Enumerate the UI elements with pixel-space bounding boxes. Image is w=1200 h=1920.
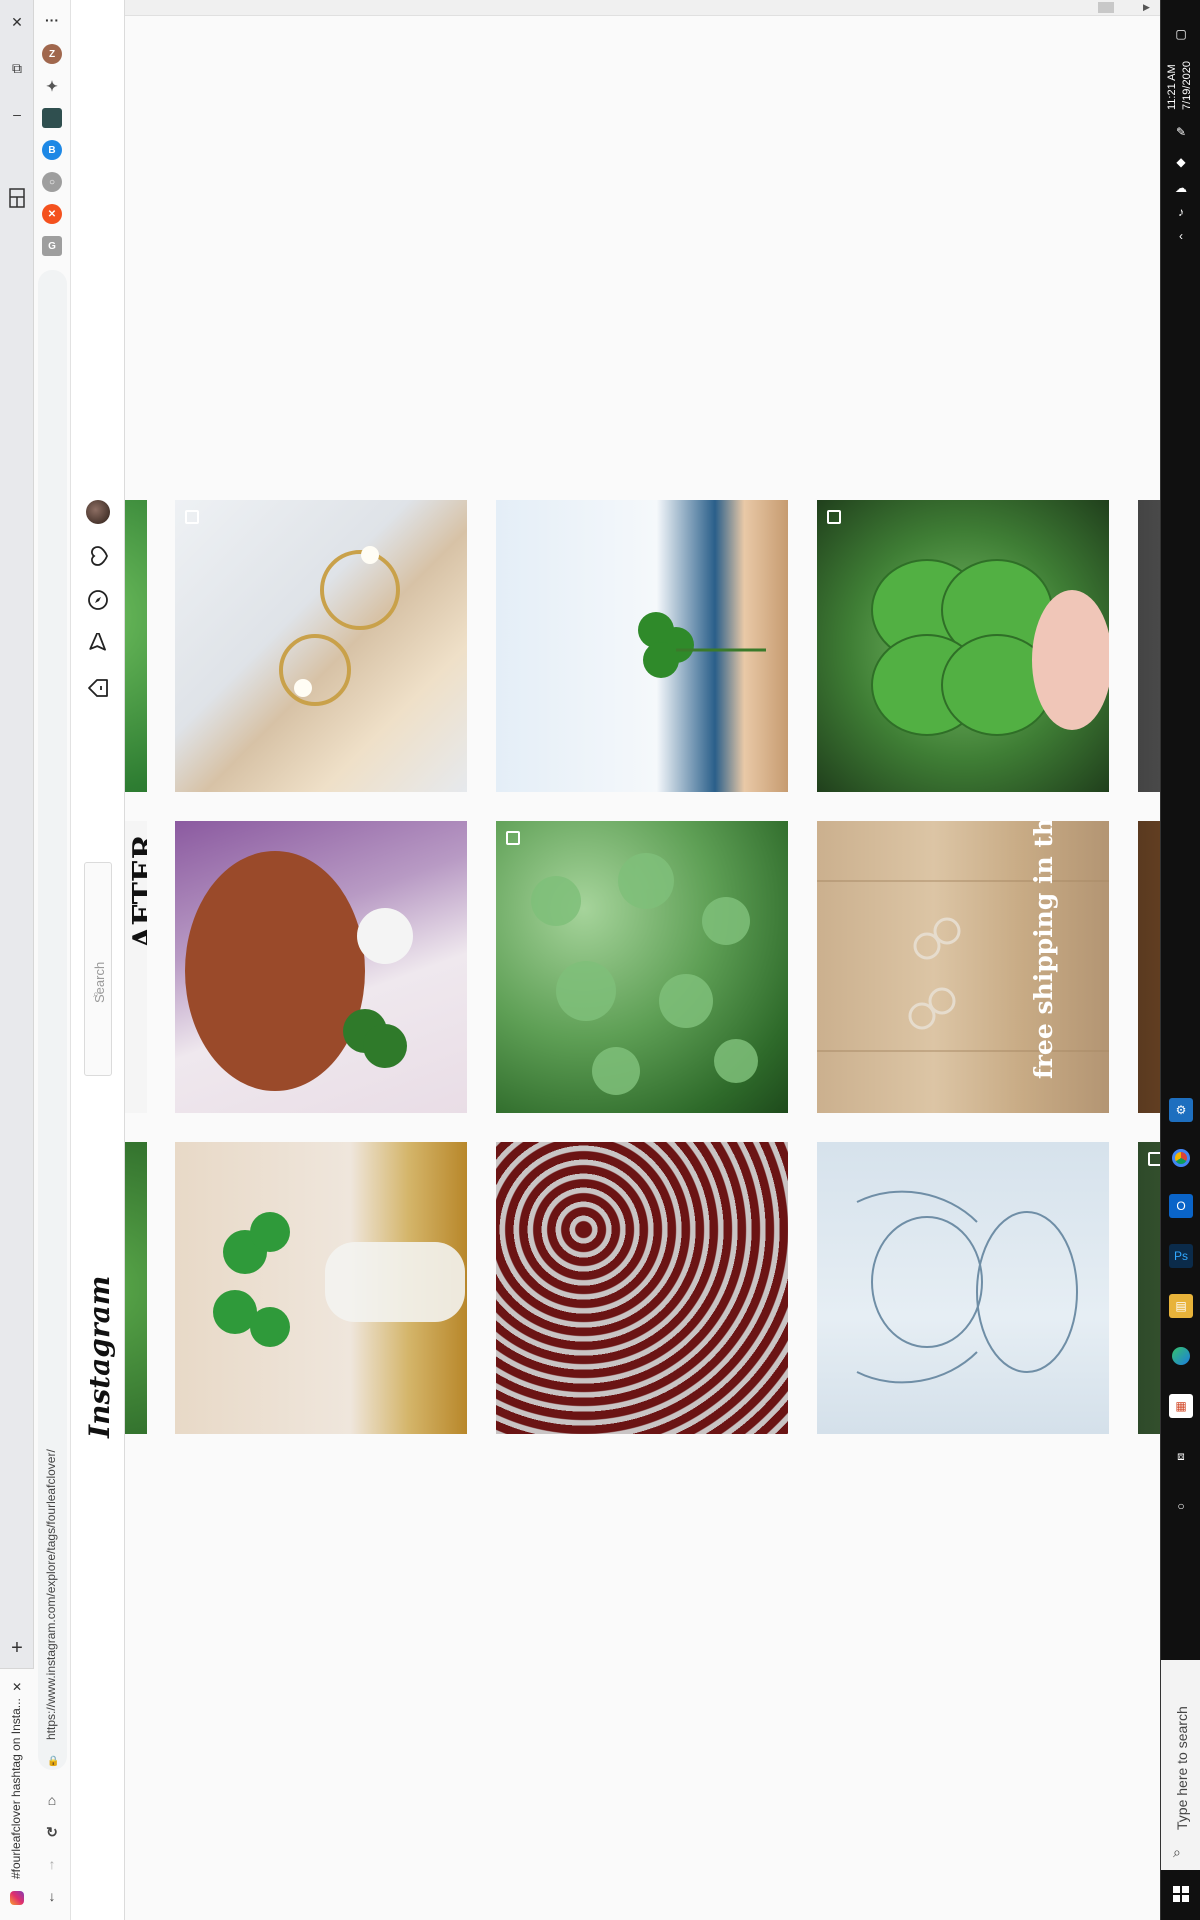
extension-orange-icon[interactable]: ✕ — [42, 204, 62, 224]
search-input[interactable]: Search ⌕ — [84, 862, 112, 1076]
post-caption-overlay: free shipping in the U.S.A. — [1029, 821, 1058, 1079]
fairy-drawing-graphic — [856, 1190, 1078, 1384]
dropbox-icon[interactable]: ◆ — [1169, 150, 1193, 174]
lock-icon: 🔒 — [47, 1756, 60, 1767]
tab-title: #fourleafclover hashtag on Insta... — [9, 1698, 23, 1879]
extension-circle-icon[interactable]: ○ — [42, 172, 62, 192]
wood-earrings-graphic — [817, 880, 1109, 1052]
extension-grey-icon[interactable]: G — [42, 236, 62, 256]
instagram-logo[interactable]: Instagram — [83, 1276, 116, 1438]
clock-date[interactable]: 7/19/2020 — [1181, 61, 1193, 110]
close-window-icon[interactable]: ✕ — [5, 10, 29, 34]
home-icon[interactable]: ⌂ — [42, 1790, 62, 1810]
cortana-icon[interactable]: ○ — [1169, 1494, 1193, 1518]
clover-field-graphic — [531, 853, 758, 1095]
browser-tab-strip: ✕ ⧉ – + ✕ #fourleafclover hashtag on Ins… — [0, 0, 34, 1920]
after-label: AFTER — [127, 834, 147, 949]
app-settings-icon[interactable]: ⚙ — [1169, 1098, 1193, 1122]
post-tile[interactable] — [175, 1142, 467, 1434]
forward-icon[interactable]: ↑ — [42, 1854, 62, 1874]
minimize-window-icon[interactable]: – — [5, 102, 29, 126]
instagram-favicon-icon — [10, 1891, 24, 1905]
post-tile[interactable] — [496, 1142, 788, 1434]
taskbar-search-input[interactable]: Type here to search ⌕ — [1161, 1660, 1200, 1870]
task-view-icon[interactable]: ⧈ — [1169, 1444, 1193, 1468]
restore-window-icon[interactable]: ⧉ — [5, 56, 29, 80]
search-icon: ⌕ — [1173, 1844, 1181, 1860]
post-tile[interactable] — [817, 1142, 1109, 1434]
cloud-icon[interactable]: ☁ — [1169, 176, 1193, 200]
profile-avatar[interactable]: Z — [42, 44, 62, 64]
outlook-icon[interactable]: O — [1169, 1194, 1193, 1218]
browser-toolbar: ··· Z ✦ B ○ ✕ G https://www.instagram.co… — [34, 0, 71, 1920]
system-taskbar: ▢ 11:21 AM 7/19/2020 ✎ ◆ ☁ ♪ ‹ ⚙ O Ps ▤ … — [1160, 0, 1200, 1920]
post-grid: AFTER free shipping in the U.S.A. — [125, 0, 1160, 1920]
search-icon: ⌕ — [93, 989, 99, 1000]
photoshop-icon[interactable]: Ps — [1169, 1244, 1193, 1268]
multi-photo-icon — [506, 831, 520, 845]
url-text: https://www.instagram.com/explore/tags/f… — [44, 1449, 58, 1740]
explore-compass-icon[interactable] — [86, 588, 110, 612]
extensions-puzzle-icon[interactable]: ✦ — [42, 76, 62, 96]
settings-menu-icon[interactable]: ··· — [42, 10, 62, 30]
post-tile[interactable]: free shipping in the U.S.A. — [817, 821, 1109, 1113]
multi-photo-icon — [827, 510, 841, 524]
multi-photo-icon — [185, 510, 199, 524]
post-tile[interactable] — [496, 500, 788, 792]
post-partial-right-1[interactable] — [1138, 500, 1160, 792]
taskbar-search-placeholder: Type here to search — [1174, 1706, 1190, 1830]
clock-time[interactable]: 11:21 AM — [1166, 64, 1178, 110]
instagram-nav-bar: Search ⌕ Instagram — [71, 0, 125, 1920]
post-tile[interactable] — [817, 500, 1109, 792]
address-bar[interactable]: https://www.instagram.com/explore/tags/f… — [38, 270, 67, 1770]
volume-icon[interactable]: ♪ — [1169, 200, 1193, 224]
post-partial-left-1[interactable] — [125, 500, 147, 792]
crystal-clover-graphic — [213, 1212, 465, 1347]
extension-image-icon[interactable] — [42, 108, 62, 128]
tab-instagram[interactable]: ✕ #fourleafclover hashtag on Insta... — [0, 1668, 34, 1920]
post-partial-left-2[interactable]: AFTER — [125, 821, 147, 1113]
post-tile[interactable] — [175, 500, 467, 792]
start-windows-icon[interactable] — [1169, 1882, 1193, 1906]
post-partial-left-3[interactable] — [125, 1142, 147, 1434]
office-icon[interactable]: ▦ — [1169, 1394, 1193, 1418]
pen-icon[interactable]: ✎ — [1169, 120, 1193, 144]
clover-graphic — [638, 612, 766, 678]
dog-graphic — [185, 851, 413, 1091]
earrings-graphic — [279, 546, 400, 706]
profile-avatar-ig[interactable] — [86, 500, 110, 524]
direct-send-icon[interactable] — [86, 632, 110, 656]
tab-actions-icon[interactable] — [5, 186, 29, 210]
new-tab-button[interactable]: + — [5, 1636, 29, 1660]
chrome-icon[interactable] — [1169, 1146, 1193, 1170]
show-hidden-icons-chevron[interactable]: ‹ — [1169, 224, 1193, 248]
post-partial-right-2[interactable] — [1138, 821, 1160, 1113]
file-explorer-icon[interactable]: ▤ — [1169, 1294, 1193, 1318]
reload-icon[interactable]: ↻ — [42, 1822, 62, 1842]
extension-blue-icon[interactable]: B — [42, 140, 62, 160]
post-partial-right-3[interactable] — [1138, 1142, 1160, 1434]
home-house-icon[interactable] — [86, 676, 110, 700]
activity-heart-icon[interactable] — [86, 544, 110, 568]
post-tile[interactable] — [175, 821, 467, 1113]
edge-icon[interactable] — [1169, 1344, 1193, 1368]
notifications-icon[interactable]: ▢ — [1169, 22, 1193, 46]
four-leaf-clover-graphic — [871, 559, 1109, 736]
multi-photo-icon — [1148, 1152, 1160, 1166]
close-tab-icon[interactable]: ✕ — [5, 1675, 29, 1699]
back-icon[interactable]: ↓ — [42, 1886, 62, 1906]
post-tile[interactable] — [496, 821, 788, 1113]
